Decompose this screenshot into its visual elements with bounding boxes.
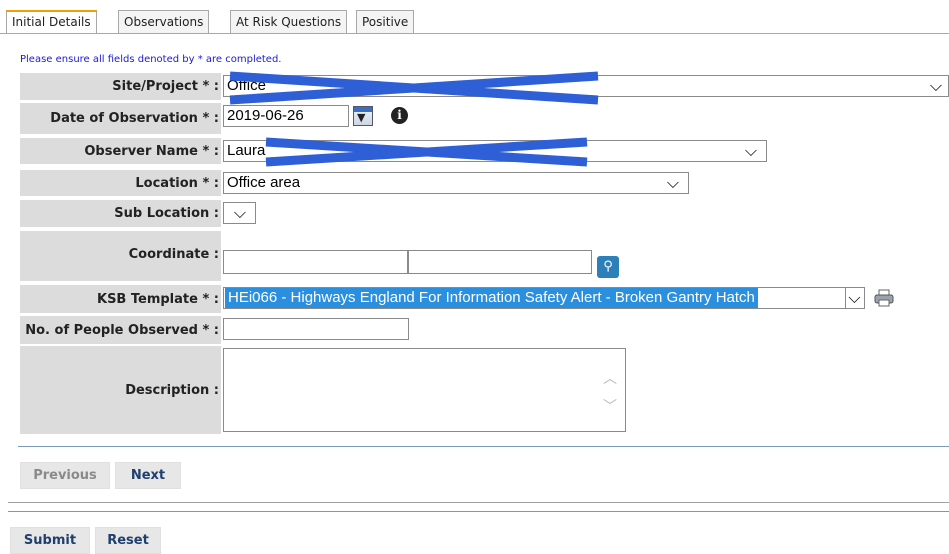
chevron-down-icon: ⌵ xyxy=(929,76,943,95)
description-label: Description : xyxy=(20,346,221,434)
sub-location-label: Sub Location : xyxy=(20,200,221,227)
people-observed-input[interactable] xyxy=(223,318,409,340)
map-pin-icon[interactable]: ⚲ xyxy=(597,256,619,278)
site-project-select[interactable]: Office ⌵ xyxy=(223,75,949,97)
reset-button[interactable]: Reset xyxy=(95,527,161,554)
observer-name-value: Laura xyxy=(227,142,266,159)
chevron-down-icon: ⌵ xyxy=(666,173,680,192)
submit-button[interactable]: Submit xyxy=(10,527,90,554)
tab-bar: Initial Details Observations At Risk Que… xyxy=(0,10,949,34)
section-divider xyxy=(18,446,949,447)
observer-name-select[interactable]: Laura ⌵ xyxy=(223,140,767,162)
ksb-template-value: HEi066 - Highways England For Informatio… xyxy=(225,288,758,308)
printer-icon[interactable] xyxy=(874,289,894,307)
people-observed-label: No. of People Observed * : xyxy=(20,316,221,344)
coordinate-lon-input[interactable] xyxy=(408,250,592,274)
description-textarea[interactable]: ︿ ﹀ xyxy=(223,348,626,432)
coordinate-lat-input[interactable] xyxy=(223,250,408,274)
date-observation-field[interactable]: 2019-06-26 xyxy=(223,105,349,127)
scroll-up-icon[interactable]: ︿ xyxy=(603,371,617,385)
tab-at-risk-questions[interactable]: At Risk Questions xyxy=(230,10,348,34)
location-select[interactable]: Office area ⌵ xyxy=(223,172,689,194)
section-divider xyxy=(8,511,949,512)
location-value: Office area xyxy=(227,174,301,191)
scroll-down-icon[interactable]: ﹀ xyxy=(603,399,617,413)
coordinate-label: Coordinate : xyxy=(20,231,221,281)
required-notice: Please ensure all fields denoted by * ar… xyxy=(20,54,282,65)
tab-initial-details[interactable]: Initial Details xyxy=(6,10,97,34)
ksb-template-select[interactable]: HEi066 - Highways England For Informatio… xyxy=(223,287,865,309)
calendar-icon[interactable] xyxy=(353,106,373,126)
site-project-value: Office xyxy=(227,77,266,94)
chevron-down-icon: ⌵ xyxy=(845,288,863,308)
info-icon[interactable]: i xyxy=(391,107,408,124)
next-button[interactable]: Next xyxy=(115,462,181,489)
site-project-label: Site/Project * : xyxy=(20,73,221,100)
chevron-down-icon: ⌵ xyxy=(744,141,758,160)
previous-button[interactable]: Previous xyxy=(20,462,110,489)
sub-location-select[interactable]: ⌵ xyxy=(223,202,256,224)
ksb-template-label: KSB Template * : xyxy=(20,285,221,313)
location-label: Location * : xyxy=(20,170,221,196)
tab-divider xyxy=(0,33,949,34)
chevron-down-icon: ⌵ xyxy=(233,203,247,222)
tab-positive[interactable]: Positive xyxy=(356,10,415,34)
observer-name-label: Observer Name * : xyxy=(20,138,221,164)
tab-observations[interactable]: Observations xyxy=(118,10,210,34)
section-divider xyxy=(8,502,949,503)
date-observation-label: Date of Observation * : xyxy=(20,103,221,134)
